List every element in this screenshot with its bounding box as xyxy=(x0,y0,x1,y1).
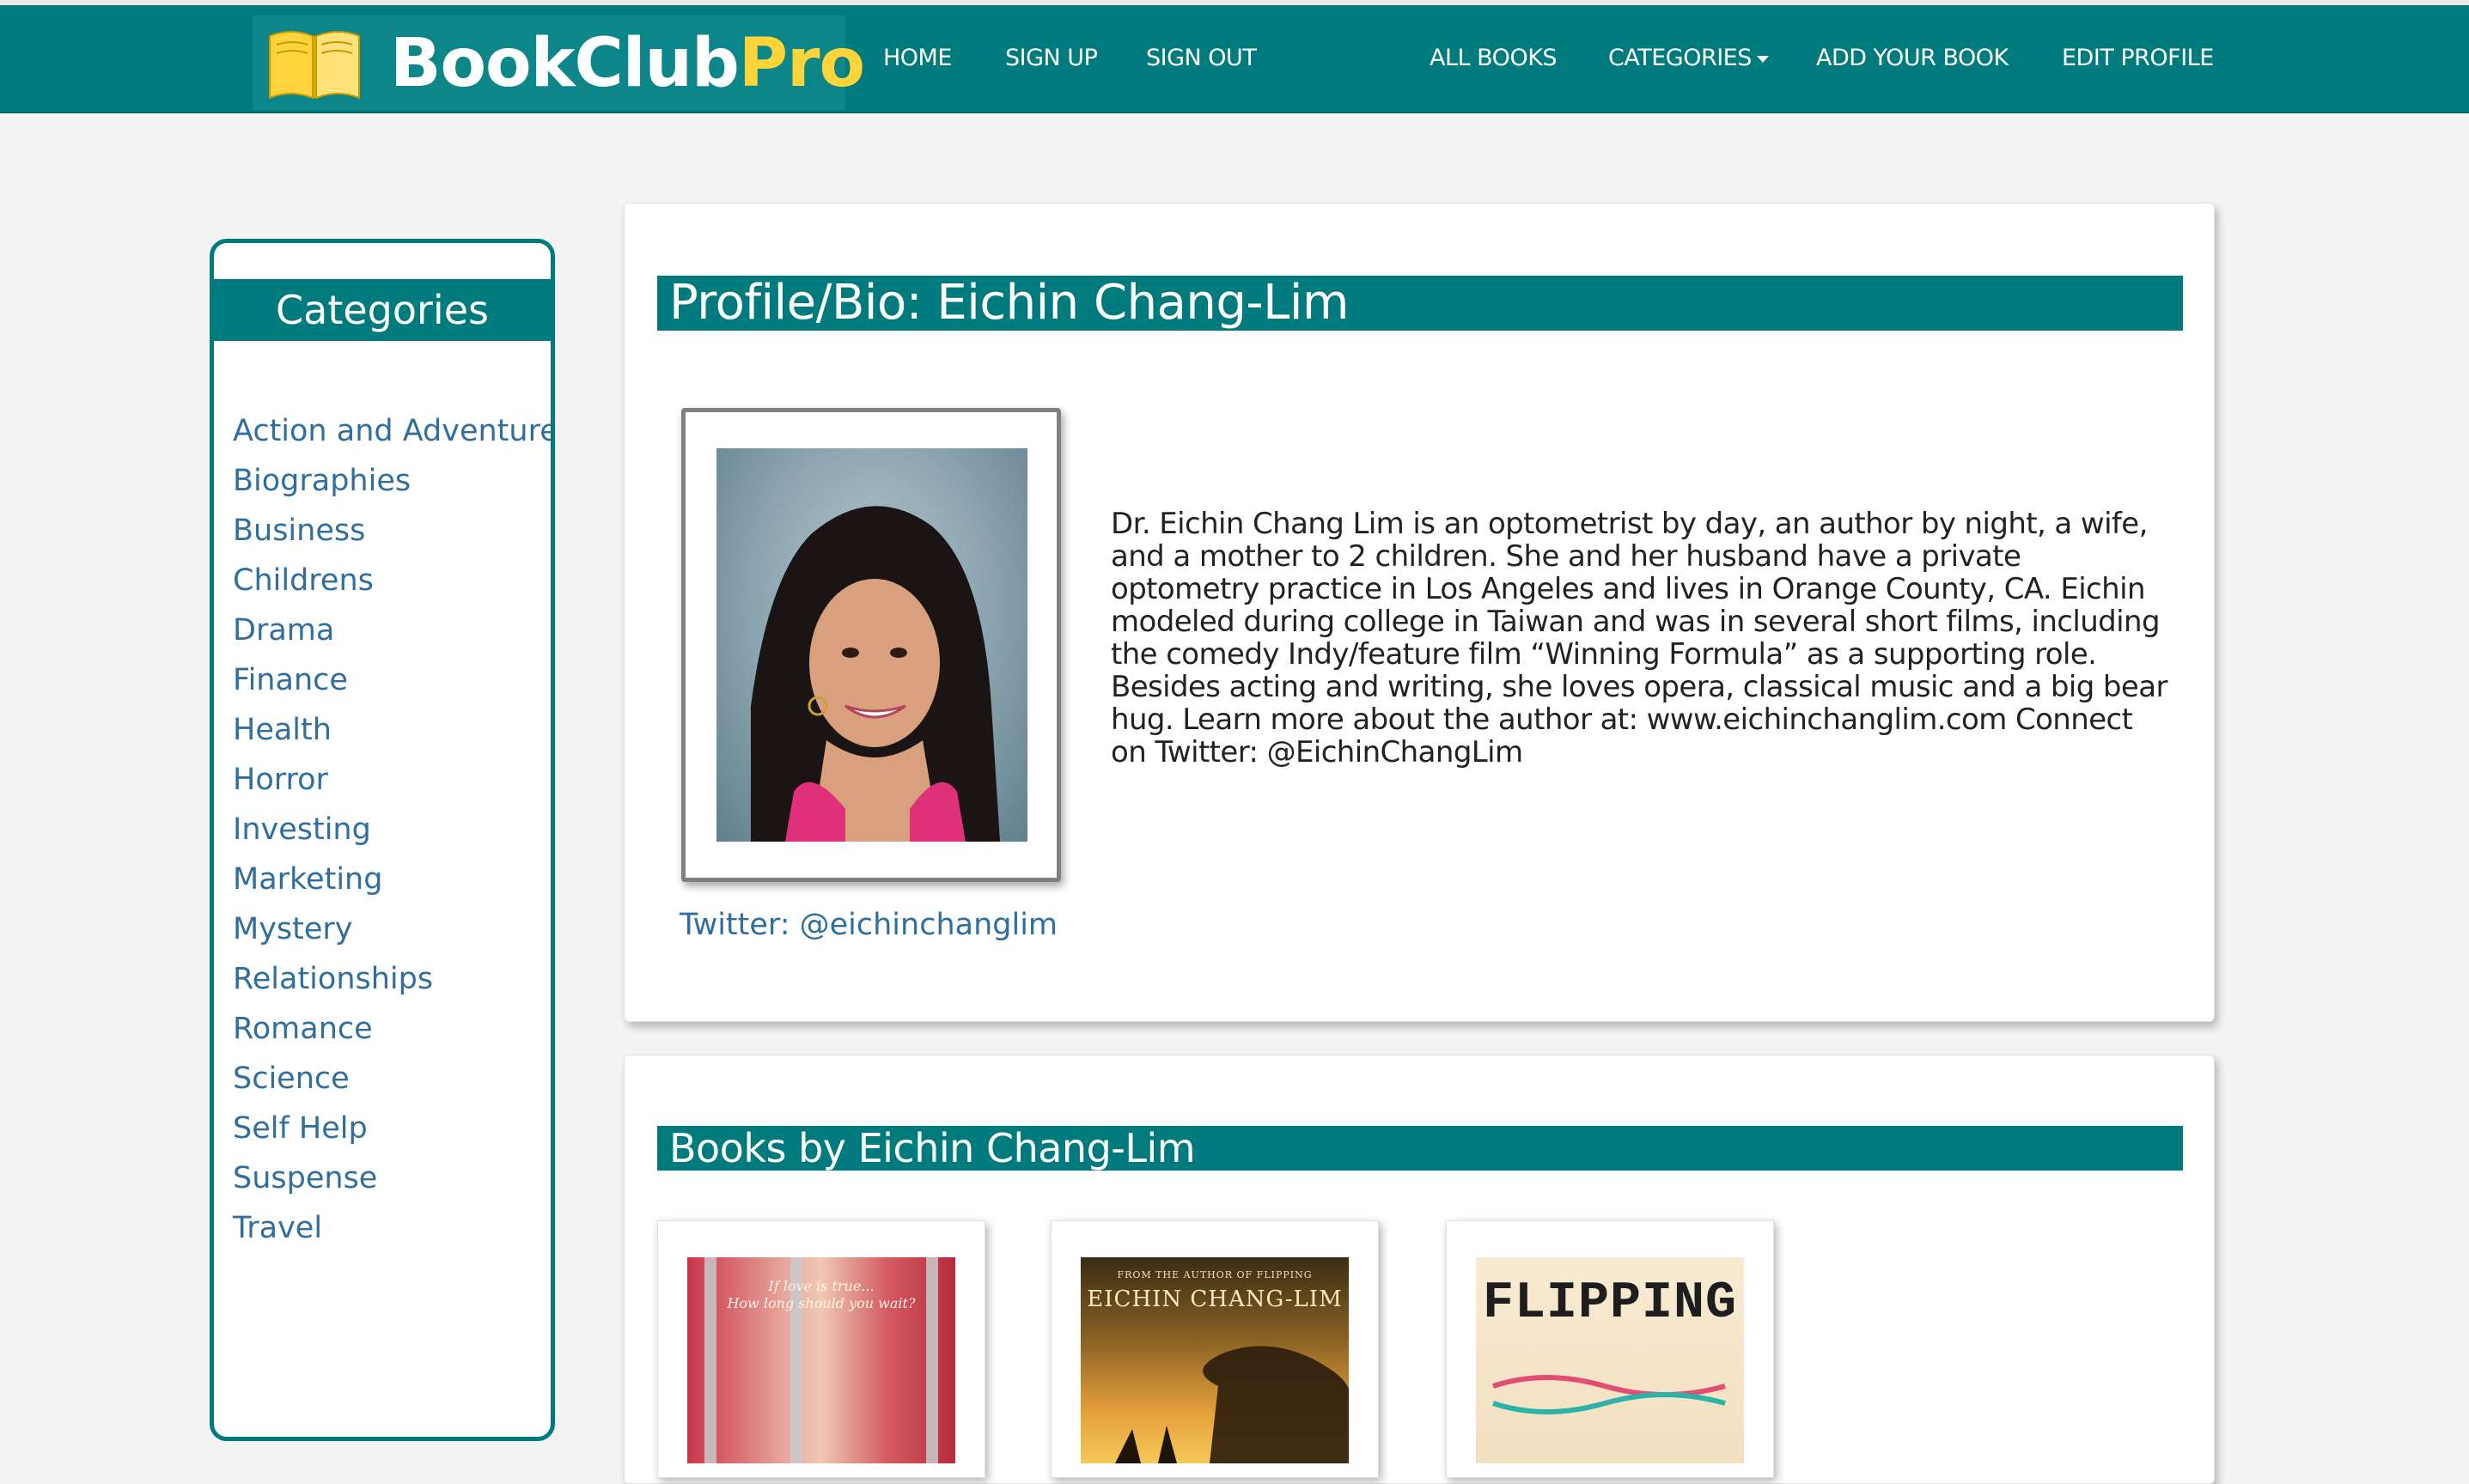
profile-card: Profile/Bio: Eichin Chang-Lim Twitter: @… xyxy=(624,203,2215,1022)
books-card: Books by Eichin Chang-Lim If love is tru… xyxy=(624,1055,2215,1484)
author-photo-frame xyxy=(681,408,1061,882)
category-link-romance[interactable]: Romance xyxy=(233,1004,551,1054)
nav-sign-out-link[interactable]: SIGN OUT xyxy=(1146,45,1257,71)
cover-decoration-graphic xyxy=(1492,1375,1726,1414)
category-link-self-help[interactable]: Self Help xyxy=(233,1104,551,1153)
nav-categories-dropdown[interactable]: CATEGORIES xyxy=(1608,45,1769,71)
category-link-childrens[interactable]: Childrens xyxy=(233,556,551,605)
category-link-mystery[interactable]: Mystery xyxy=(233,904,551,954)
book-cover-image: FLIPPING xyxy=(1476,1257,1744,1463)
author-twitter-link[interactable]: Twitter: @eichinchanglim xyxy=(680,908,1058,942)
book-cover-author: EICHIN CHANG-LIM xyxy=(1087,1286,1343,1312)
category-link-health[interactable]: Health xyxy=(233,705,551,755)
author-portrait-illustration xyxy=(751,506,1000,842)
category-link-business[interactable]: Business xyxy=(233,506,551,556)
category-link-science[interactable]: Science xyxy=(233,1054,551,1104)
category-link-horror[interactable]: Horror xyxy=(233,755,551,805)
book-cover-subtitle: FROM THE AUTHOR OF FLIPPING xyxy=(1117,1269,1313,1280)
top-navbar: BookClubPro HOME SIGN UP SIGN OUT ALL BO… xyxy=(0,5,2469,113)
sidebar-title: Categories xyxy=(214,279,551,341)
category-link-investing[interactable]: Investing xyxy=(233,805,551,855)
brand-logo[interactable]: BookClubPro xyxy=(253,15,865,110)
category-list: Action and Adventure Biographies Busines… xyxy=(233,406,551,1253)
book-card[interactable]: If love is true... How long should you wa… xyxy=(657,1220,985,1478)
category-link-marketing[interactable]: Marketing xyxy=(233,855,551,904)
open-book-icon xyxy=(269,31,360,100)
nav-all-books-link[interactable]: ALL BOOKS xyxy=(1430,45,1558,71)
nav-categories-label: CATEGORIES xyxy=(1608,45,1752,71)
book-cover-image: FROM THE AUTHOR OF FLIPPING EICHIN CHANG… xyxy=(1081,1257,1349,1463)
category-link-biographies[interactable]: Biographies xyxy=(233,456,551,506)
category-link-finance[interactable]: Finance xyxy=(233,655,551,705)
nav-home-link[interactable]: HOME xyxy=(883,45,952,71)
category-link-travel[interactable]: Travel xyxy=(233,1203,551,1253)
profile-heading: Profile/Bio: Eichin Chang-Lim xyxy=(657,276,2183,331)
category-link-relationships[interactable]: Relationships xyxy=(233,954,551,1004)
category-link-drama[interactable]: Drama xyxy=(233,605,551,655)
book-cover-image: If love is true... How long should you wa… xyxy=(687,1257,955,1463)
categories-sidebar: Categories Action and Adventure Biograph… xyxy=(210,239,555,1441)
author-bio: Dr. Eichin Chang Lim is an optometrist b… xyxy=(1111,507,2167,769)
nav-sign-up-link[interactable]: SIGN UP xyxy=(1005,45,1098,71)
category-link-action-adventure[interactable]: Action and Adventure xyxy=(233,406,551,456)
caret-down-icon xyxy=(1756,55,1769,63)
nav-edit-profile-link[interactable]: EDIT PROFILE xyxy=(2062,45,2214,71)
brand-name: BookClubPro xyxy=(390,25,865,102)
book-card[interactable]: FROM THE AUTHOR OF FLIPPING EICHIN CHANG… xyxy=(1051,1220,1379,1478)
book-cover-tagline: If love is true... How long should you wa… xyxy=(727,1278,916,1311)
nav-add-book-link[interactable]: ADD YOUR BOOK xyxy=(1816,45,2009,71)
category-link-suspense[interactable]: Suspense xyxy=(233,1153,551,1203)
books-heading: Books by Eichin Chang-Lim xyxy=(657,1126,2183,1171)
author-photo xyxy=(716,448,1027,842)
book-card[interactable]: FLIPPING xyxy=(1446,1220,1774,1478)
